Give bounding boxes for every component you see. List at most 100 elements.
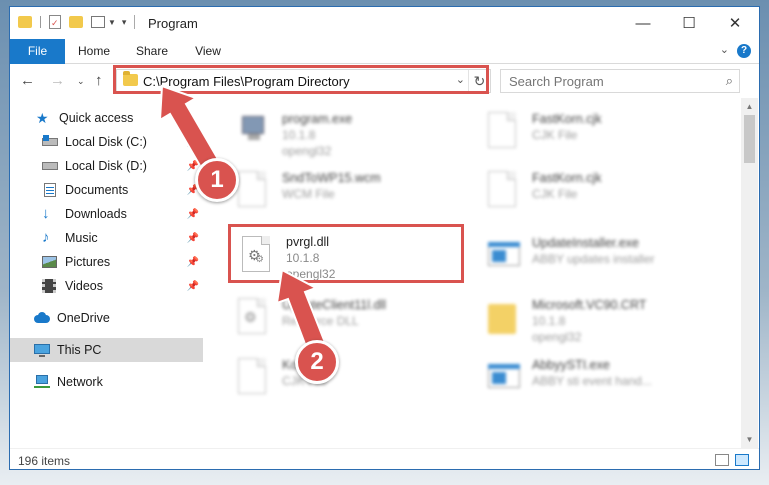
customize-icon[interactable]: [91, 16, 105, 28]
search-input[interactable]: [501, 70, 711, 92]
sidebar-item-label: Local Disk (D:): [65, 159, 147, 173]
expand-ribbon-icon[interactable]: ⌄: [720, 43, 729, 56]
folder-icon: [488, 298, 518, 336]
tab-file[interactable]: File: [10, 39, 65, 64]
dll-gear-icon: ⚙: [238, 298, 268, 336]
file-type: CJK File: [532, 187, 578, 201]
dropdown-icon[interactable]: ▾: [122, 17, 127, 28]
help-icon[interactable]: ?: [737, 44, 751, 58]
sidebar-item-onedrive[interactable]: OneDrive: [10, 306, 203, 330]
file-item[interactable]: program.exe 10.1.8 opengl32: [230, 106, 470, 164]
document-icon: [238, 358, 268, 396]
document-icon: [488, 171, 518, 209]
window-title: Program: [148, 16, 198, 31]
file-name: SndToWP15.wcm: [282, 171, 381, 185]
tiles-view-icon[interactable]: [735, 454, 749, 466]
disk-icon: [42, 135, 58, 149]
step-badge-2: 2: [295, 340, 339, 384]
network-icon: [34, 375, 50, 389]
app-window-icon: [488, 236, 520, 274]
scroll-up-icon[interactable]: ▲: [741, 102, 758, 111]
file-name: UpdateClient11l.dll: [282, 298, 386, 312]
tab-share[interactable]: Share: [130, 39, 174, 64]
app-window-icon: [488, 358, 520, 396]
up-arrow-icon[interactable]: ↑: [95, 72, 103, 89]
properties-icon[interactable]: ✓: [49, 15, 61, 29]
disk-icon: [42, 159, 58, 173]
file-type: WCM File: [282, 187, 335, 201]
scroll-thumb[interactable]: [744, 115, 755, 163]
file-name: Microsoft.VC90.CRT: [532, 298, 647, 312]
forward-arrow-icon[interactable]: →: [50, 72, 65, 89]
documents-icon: [42, 183, 58, 197]
download-icon: ↓: [42, 205, 50, 222]
file-item[interactable]: AbbyySTI.exe ABBY sti event hand...: [480, 352, 720, 410]
document-icon: [238, 171, 268, 209]
pin-icon: 📌: [186, 208, 199, 220]
sidebar-item-local-disk-d[interactable]: Local Disk (D:) 📌: [10, 154, 203, 178]
chevron-down-icon[interactable]: ▼: [108, 18, 116, 27]
status-bar: 196 items: [10, 448, 759, 469]
sidebar-item-quick-access[interactable]: ★ Quick access: [10, 106, 203, 130]
sidebar-item-label: Downloads: [65, 207, 127, 221]
pin-icon: 📌: [186, 280, 199, 292]
scroll-down-icon[interactable]: ▼: [741, 435, 758, 444]
file-highlight-box: [228, 224, 464, 283]
file-item[interactable]: ⚙ UpdateClient11l.dll Resource DLL: [230, 292, 470, 350]
file-name: AbbyySTI.exe: [532, 358, 610, 372]
tab-home[interactable]: Home: [72, 39, 116, 64]
minimize-button[interactable]: —: [620, 7, 666, 39]
file-item[interactable]: Microsoft.VC90.CRT 10.1.8 opengl32: [480, 292, 720, 350]
close-button[interactable]: ✕: [712, 7, 758, 39]
search-box[interactable]: ⌕: [500, 69, 740, 93]
recent-chevron-icon[interactable]: ⌄: [77, 76, 85, 87]
file-name: UpdateInstaller.exe: [532, 236, 640, 250]
file-name: FastKorn.cjk: [532, 171, 602, 185]
back-arrow-icon[interactable]: ←: [20, 72, 35, 89]
pin-icon: 📌: [186, 256, 199, 268]
file-item[interactable]: FastKorn.cjk CJK File: [480, 165, 720, 223]
separator: [134, 15, 136, 29]
pin-icon: 📌: [186, 232, 199, 244]
details-view-icon[interactable]: [715, 454, 729, 466]
step-badge-1: 1: [195, 158, 239, 202]
sidebar-item-network[interactable]: Network: [10, 370, 203, 394]
file-item[interactable]: Korn.cjkCJK File: [230, 352, 470, 410]
vertical-scrollbar[interactable]: ▲ ▼: [741, 98, 758, 448]
file-name: FastKorn.cjk: [532, 112, 602, 126]
sidebar-item-label: Pictures: [65, 255, 111, 269]
separator: [40, 16, 41, 28]
search-icon: ⌕: [725, 73, 733, 88]
sidebar-item-label: Quick access: [59, 111, 134, 125]
sidebar-item-pictures[interactable]: Pictures 📌: [10, 250, 203, 274]
file-name: program.exe: [282, 112, 353, 126]
file-item[interactable]: FastKorn.cjk CJK File: [480, 106, 720, 164]
new-folder-icon[interactable]: [69, 16, 83, 28]
file-description: opengl32: [532, 330, 582, 344]
pin-icon: 📌: [186, 136, 199, 148]
sidebar-item-downloads[interactable]: ↓ Downloads 📌: [10, 202, 203, 226]
sidebar-item-music[interactable]: ♪ Music 📌: [10, 226, 203, 250]
sidebar-item-label: OneDrive: [57, 311, 110, 325]
sidebar-item-local-disk-c[interactable]: Local Disk (C:) 📌: [10, 130, 203, 154]
maximize-icon: ☐: [682, 15, 696, 32]
file-item[interactable]: UpdateInstaller.exe ABBY updates installe…: [480, 230, 720, 288]
pictures-icon: [42, 255, 58, 269]
sidebar-item-documents[interactable]: Documents 📌: [10, 178, 203, 202]
sidebar-item-videos[interactable]: Videos 📌: [10, 274, 203, 298]
music-icon: ♪: [42, 229, 50, 246]
file-description: Resource DLL: [282, 314, 359, 328]
file-type: CJK File: [532, 128, 578, 142]
videos-icon: [42, 279, 58, 293]
title-bar: ✓ ▼ ▾ Program — ☐ ✕: [10, 7, 759, 39]
sidebar-item-this-pc[interactable]: This PC: [10, 338, 203, 362]
document-icon: [488, 112, 518, 150]
file-item[interactable]: SndToWP15.wcm WCM File: [230, 165, 470, 223]
sidebar-item-label: Local Disk (C:): [65, 135, 147, 149]
sidebar-item-label: Videos: [65, 279, 103, 293]
maximize-button[interactable]: ☐: [666, 7, 712, 39]
cloud-icon: [34, 311, 50, 325]
folder-icon[interactable]: [18, 16, 32, 28]
ribbon-tabs: File Home Share View ⌄ ?: [10, 39, 759, 64]
tab-view[interactable]: View: [186, 39, 230, 64]
